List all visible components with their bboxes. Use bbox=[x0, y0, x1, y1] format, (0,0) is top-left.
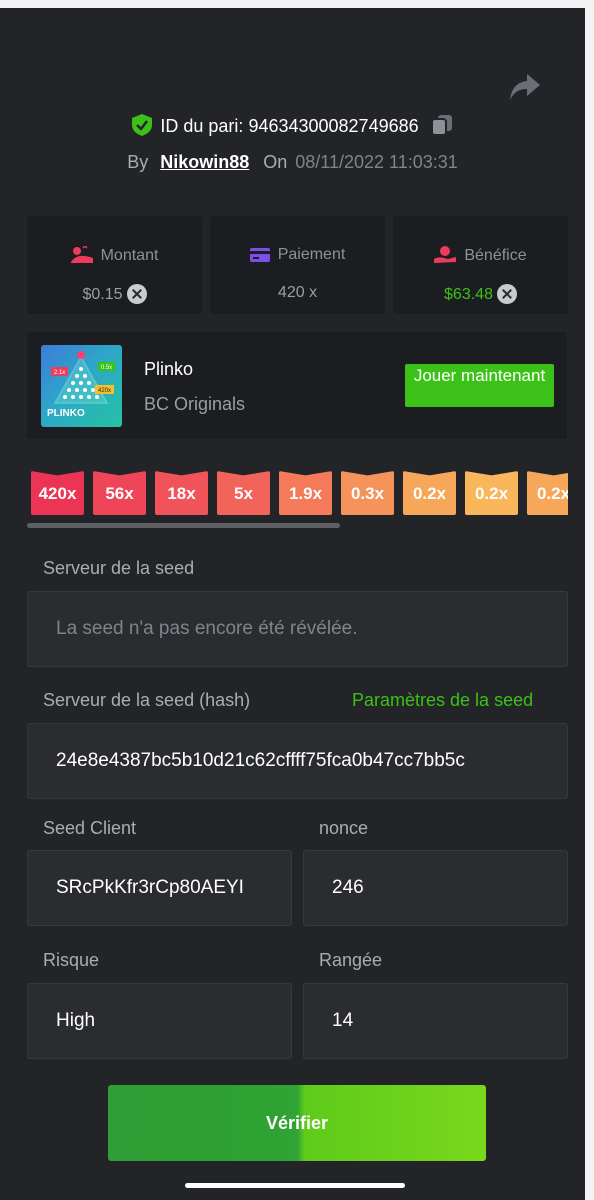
bet-datetime: 08/11/2022 11:03:31 bbox=[295, 152, 458, 172]
multiplier-scrollbar[interactable] bbox=[27, 523, 340, 528]
multiplier-chip: 18x bbox=[155, 471, 208, 515]
multiplier-chip: 420x bbox=[31, 471, 84, 515]
nonce-label: nonce bbox=[319, 818, 369, 838]
username-link[interactable]: Nikowin88 bbox=[160, 152, 249, 172]
amount-icon bbox=[70, 244, 93, 263]
bet-author-row: By Nikowin88 On 08/11/2022 11:03:31 bbox=[0, 152, 585, 173]
multiplier-chip: 0.3x bbox=[341, 471, 394, 515]
verify-button[interactable]: Vérifier bbox=[108, 1085, 486, 1161]
payout-label: Paiement bbox=[277, 246, 346, 263]
amount-label: Montant bbox=[100, 247, 159, 264]
bet-details-panel: ID du pari: 94634300082749686 By Nikowin8… bbox=[0, 8, 585, 1200]
bet-id-value: 94634300082749686 bbox=[248, 116, 419, 136]
multiplier-chip: 0.2x bbox=[527, 471, 568, 515]
payout-value: 420 x bbox=[277, 284, 318, 301]
currency-icon bbox=[496, 284, 517, 304]
game-provider: BC Originals bbox=[144, 394, 246, 414]
profit-value: $63.48 bbox=[444, 286, 493, 303]
server-seed-label: Serveur de la seed bbox=[43, 558, 195, 578]
verified-shield-icon bbox=[132, 114, 153, 136]
copy-icon[interactable] bbox=[430, 114, 453, 136]
seed-settings-link[interactable]: Paramètres de la seed bbox=[352, 690, 533, 711]
currency-icon bbox=[126, 284, 147, 304]
on-label: On bbox=[263, 152, 288, 172]
multiplier-chip: 1.9x bbox=[279, 471, 332, 515]
bet-id-row: ID du pari: 94634300082749686 bbox=[0, 114, 585, 137]
bet-id-label: ID du pari: bbox=[160, 116, 244, 136]
risk-label: Risque bbox=[43, 950, 100, 970]
profit-label: Bénéfice bbox=[464, 247, 527, 264]
profit-card: Bénéfice $63.48 bbox=[393, 216, 568, 314]
server-seed-hash-field[interactable]: 24e8e4387bc5b10d21c62cffff75fca0b47cc7bb… bbox=[27, 723, 568, 799]
play-now-button[interactable]: Jouer maintenant bbox=[405, 364, 554, 407]
multiplier-chip: 0.2x bbox=[403, 471, 456, 515]
game-card: 2.1x 0.5x 420x PLINKO Plinko BC Original… bbox=[27, 332, 567, 439]
client-seed-label: Seed Client bbox=[43, 818, 137, 838]
thumb-tag: 420x bbox=[98, 388, 111, 394]
amount-value: $0.15 bbox=[82, 286, 123, 303]
by-label: By bbox=[127, 152, 149, 172]
home-indicator[interactable] bbox=[185, 1183, 405, 1188]
server-seed-hash-label: Serveur de la seed (hash) bbox=[43, 690, 251, 710]
thumb-tag: 2.1x bbox=[54, 370, 65, 376]
server-seed-field[interactable]: La seed n'a pas encore été révélée. bbox=[27, 591, 568, 667]
amount-card: Montant $0.15 bbox=[27, 216, 202, 314]
multiplier-chip: 0.2x bbox=[465, 471, 518, 515]
game-name: Plinko bbox=[144, 359, 194, 379]
share-icon[interactable] bbox=[509, 72, 541, 102]
multiplier-chip: 5x bbox=[217, 471, 270, 515]
multiplier-chip: 56x bbox=[93, 471, 146, 515]
profit-icon bbox=[434, 246, 457, 263]
payout-icon bbox=[249, 248, 270, 262]
thumb-tag: 0.5x bbox=[101, 365, 112, 371]
client-seed-field[interactable]: SRcPkKfr3rCp80AEYI bbox=[27, 850, 292, 926]
plinko-logo-text: PLINKO bbox=[47, 408, 85, 419]
plinko-thumbnail[interactable]: 2.1x 0.5x 420x PLINKO bbox=[41, 345, 122, 427]
nonce-field[interactable]: 246 bbox=[303, 850, 568, 926]
payout-card: Paiement 420 x bbox=[210, 216, 385, 314]
multiplier-row: 420x 56x 18x 5x 1.9x 0.3x 0.2x 0.2x 0.2x bbox=[31, 471, 568, 515]
risk-field[interactable]: High bbox=[27, 983, 292, 1059]
rows-field[interactable]: 14 bbox=[303, 983, 568, 1059]
rows-label: Rangée bbox=[319, 950, 383, 970]
